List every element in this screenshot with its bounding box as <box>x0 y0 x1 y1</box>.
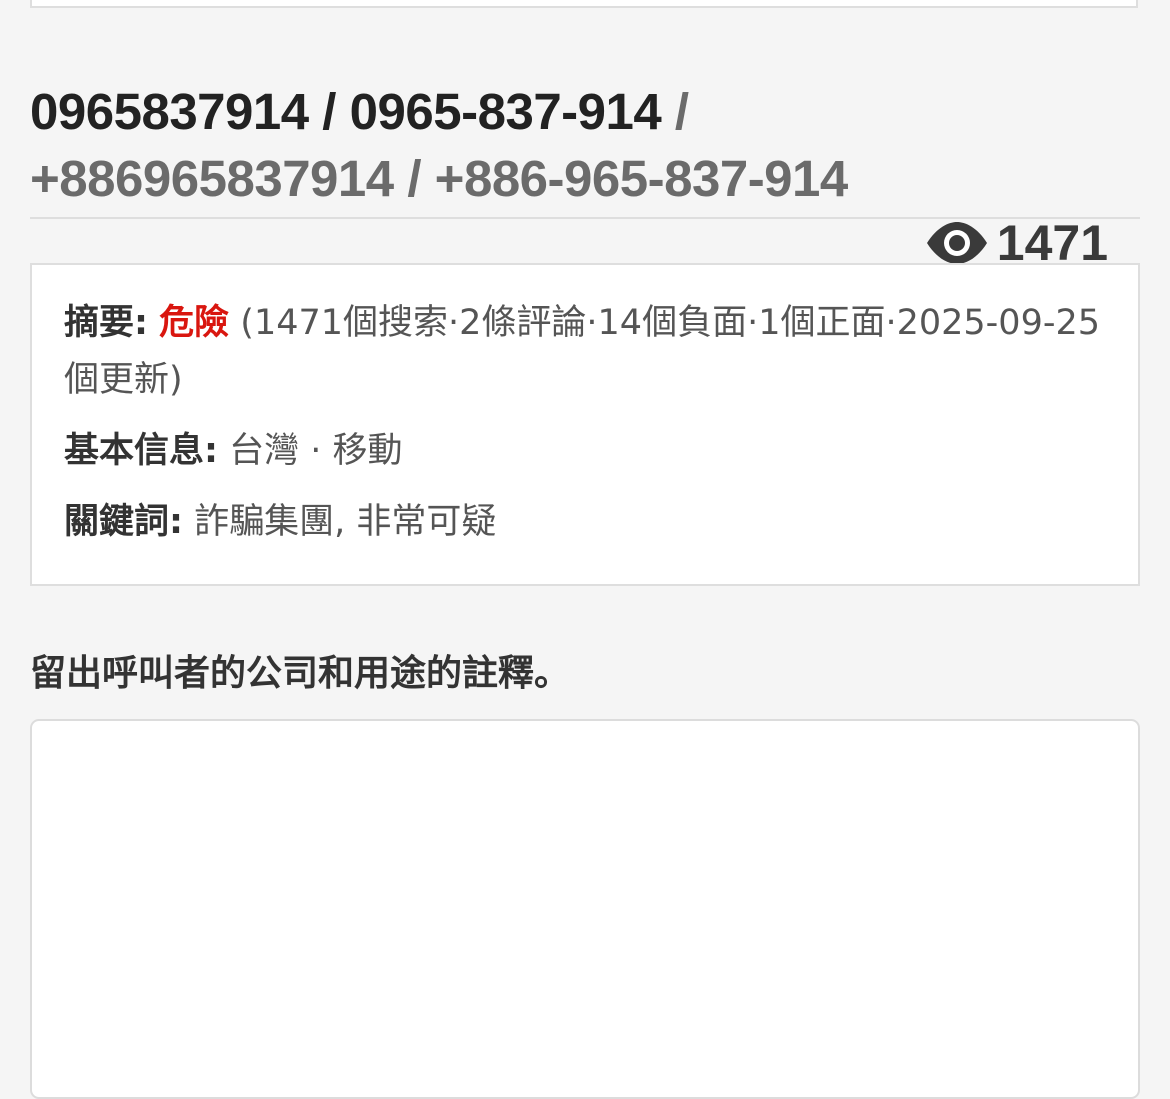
comment-input[interactable] <box>30 719 1140 1099</box>
info-panel: 摘要: 危險 (1471個搜索·2條評論·14個負面·1個正面·2025-09-… <box>30 263 1140 586</box>
phone-intl: +886965837914 <box>30 150 394 207</box>
phone-intl-dashed: +886-965-837-914 <box>434 150 849 207</box>
keywords-value: 詐騙集團, 非常可疑 <box>194 502 497 542</box>
separator: / <box>308 83 350 140</box>
phone-number-heading: 0965837914 / 0965-837-914 / +88696583791… <box>30 78 1140 212</box>
summary-label: 摘要: <box>64 303 148 343</box>
rating-badge: 危險 <box>159 303 230 343</box>
separator: / <box>393 150 435 207</box>
separator: / <box>661 83 689 140</box>
summary-row: 摘要: 危險 (1471個搜索·2條評論·14個負面·1個正面·2025-09-… <box>64 295 1106 409</box>
phone-local: 0965837914 <box>30 83 309 140</box>
view-counter: 1471 <box>925 215 1108 271</box>
eye-icon <box>925 221 989 265</box>
basic-info-label: 基本信息: <box>64 431 218 471</box>
basic-info-row: 基本信息: 台灣 · 移動 <box>64 423 1106 480</box>
comment-prompt: 留出呼叫者的公司和用途的註釋。 <box>30 653 571 694</box>
keywords-label: 關鍵詞: <box>64 502 183 542</box>
keywords-row: 關鍵詞: 詐騙集團, 非常可疑 <box>64 494 1106 551</box>
basic-info-value: 台灣 · 移動 <box>229 431 403 471</box>
previous-card <box>30 0 1138 8</box>
phone-local-dashed: 0965-837-914 <box>349 83 662 140</box>
